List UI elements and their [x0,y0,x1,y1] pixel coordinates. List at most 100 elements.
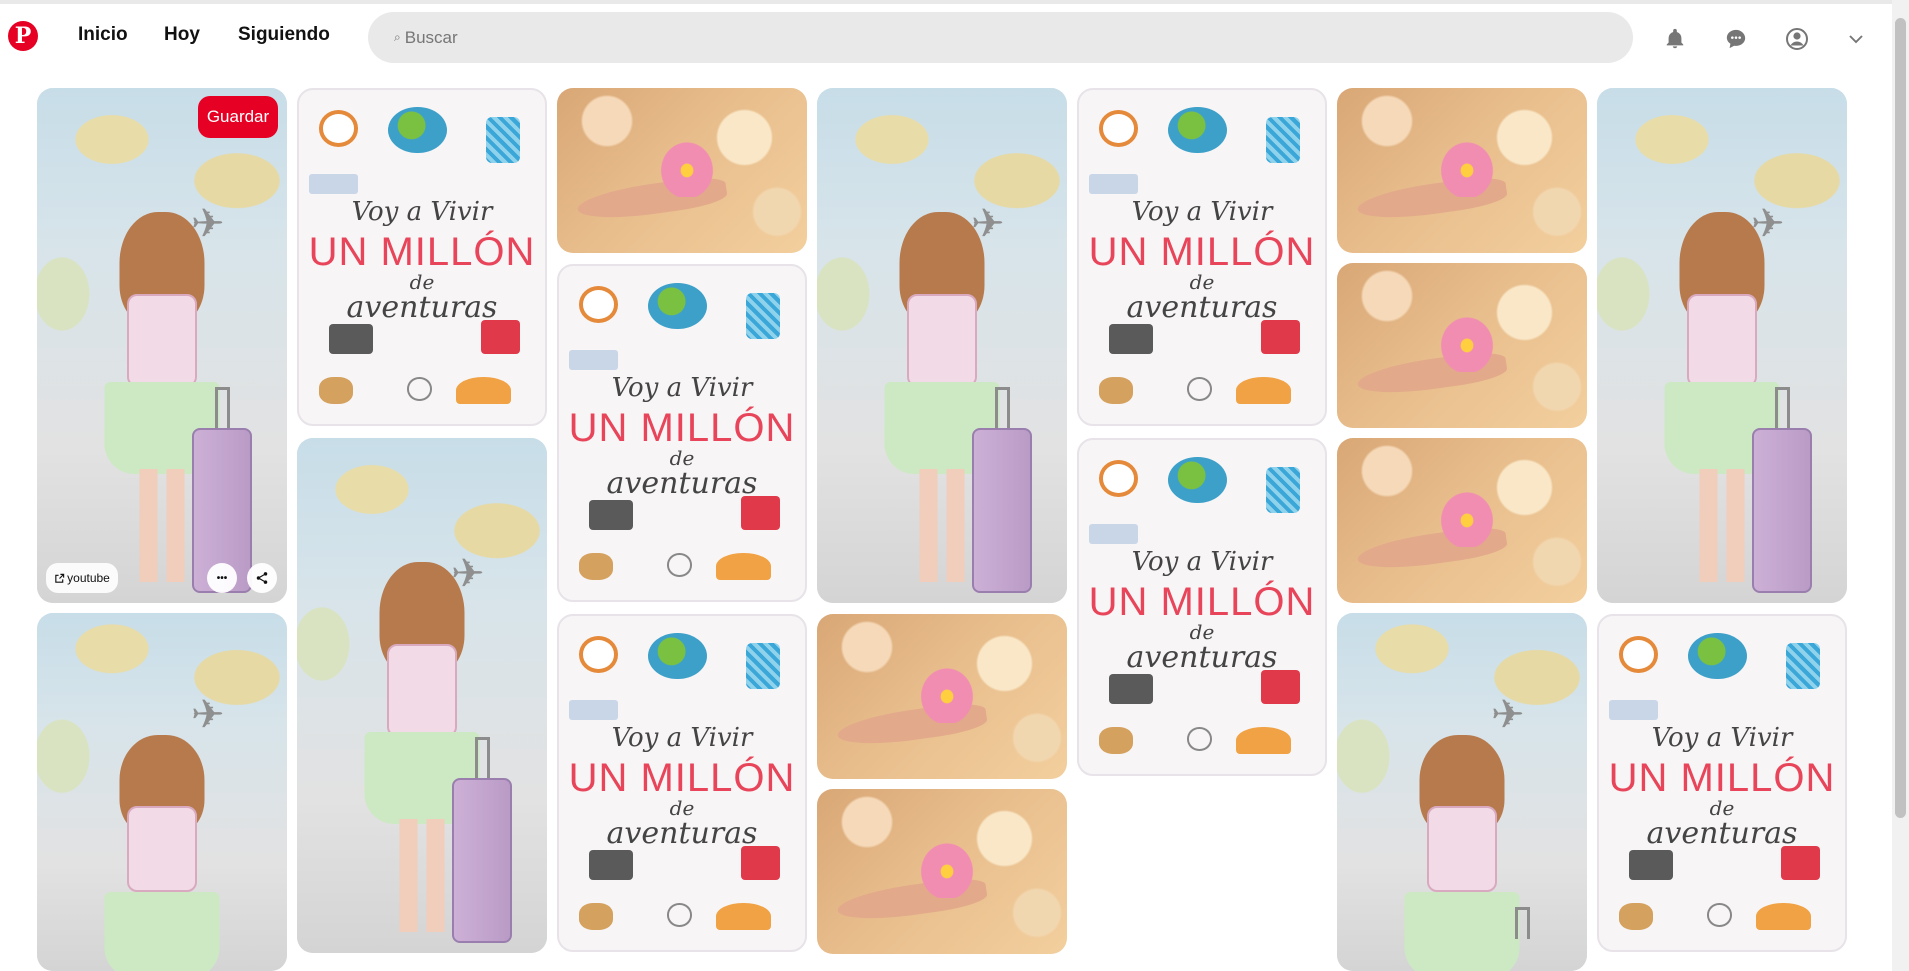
card-line-1: Voy a Vivir [1131,196,1273,227]
pin-traveler-girl[interactable]: ✈ [37,613,287,971]
suitcase [972,427,1032,593]
source-link-button[interactable]: youtube [46,563,118,593]
lotus-flower [1437,312,1497,372]
nav-following[interactable]: Siguiendo [238,24,330,46]
globe-illustration [1167,456,1227,504]
tent-illustration [1236,727,1291,754]
backpack-illustration [745,642,781,690]
stamp-illustration [667,903,692,927]
globe-illustration [1687,632,1747,680]
lotus-flower [917,663,977,723]
nav-home[interactable]: Inicio [78,24,128,46]
suitcase-handle [214,386,230,434]
backpack [387,644,457,737]
pin-traveler-girl[interactable]: ✈ [297,438,547,953]
camera-illustration [1108,673,1153,704]
globe-illustration [647,632,707,680]
pin-lettering-card[interactable]: Voy a Vivir UN MILLÓN de aventuras [297,88,547,426]
pin-traveler-girl[interactable]: ✈ [1597,88,1847,603]
top-navigation-bar: P Inicio Hoy Siguiendo ⌕ [0,4,1892,66]
camera-illustration [1628,849,1673,880]
compass-illustration [318,110,359,147]
skirt [104,892,220,971]
share-button[interactable] [247,563,277,593]
card-line-1: Voy a Vivir [611,372,753,403]
tent-illustration [716,553,771,580]
profile-icon[interactable] [1784,26,1810,52]
camera-illustration [588,499,633,530]
card-line-2: UN MILLÓN [568,406,796,451]
save-button[interactable]: Guardar [198,96,278,138]
suitcase-illustration [741,846,781,880]
pin-lotus-hand[interactable] [557,88,807,253]
chat-icon[interactable] [1723,26,1749,52]
shoes-illustration [318,377,354,404]
backpack-illustration [1265,116,1301,164]
camera-illustration [588,849,633,880]
pin-lotus-hand[interactable] [817,789,1067,954]
pin-lettering-card[interactable]: Voy a Vivir UN MILLÓN de aventuras [1077,88,1327,426]
ticket-illustration [568,349,619,370]
external-link-icon [55,573,65,583]
backpack [127,294,197,387]
legs [399,819,445,933]
shoes-illustration [578,903,614,930]
lotus-flower [917,838,977,898]
pin-lotus-hand[interactable] [817,614,1067,779]
pin-lettering-card[interactable]: Voy a Vivir UN MILLÓN de aventuras [557,614,807,952]
globe-illustration [647,282,707,330]
pin-traveler-girl[interactable]: ✈ [37,88,287,603]
ticket-illustration [568,699,619,720]
pin-traveler-girl[interactable]: ✈ [817,88,1067,603]
backpack [1687,294,1757,387]
lotus-flower [657,137,717,197]
search-input[interactable] [404,27,1585,48]
nav-today[interactable]: Hoy [164,24,200,46]
search-bar[interactable]: ⌕ [368,12,1633,63]
shoes-illustration [1618,903,1654,930]
compass-illustration [1618,636,1659,673]
card-line-2: UN MILLÓN [1608,756,1836,801]
page-scrollbar[interactable] [1892,0,1909,971]
backpack [1427,806,1497,893]
suitcase [1752,427,1812,593]
backpack-illustration [745,292,781,340]
pinterest-logo[interactable]: P [8,21,38,51]
scrollbar-thumb[interactable] [1895,18,1906,818]
more-options-button[interactable]: ••• [207,563,237,593]
card-line-1: Voy a Vivir [611,722,753,753]
pin-lettering-card[interactable]: Voy a Vivir UN MILLÓN de aventuras [1077,438,1327,776]
pin-traveler-girl[interactable]: ✈ [1337,613,1587,971]
pin-lotus-hand[interactable] [1337,88,1587,253]
suitcase-illustration [481,320,521,354]
legs [139,469,185,583]
lotus-flower [1437,487,1497,547]
backpack [127,806,197,893]
suitcase-illustration [1261,320,1301,354]
suitcase-handle [1514,906,1530,939]
stamp-illustration [667,553,692,577]
shoes-illustration [1098,377,1134,404]
pin-lettering-card[interactable]: Voy a Vivir UN MILLÓN de aventuras [557,264,807,602]
legs [919,469,965,583]
chevron-down-icon[interactable] [1843,26,1869,52]
compass-illustration [1098,460,1139,497]
ticket-illustration [308,173,359,194]
pin-lotus-hand[interactable] [1337,263,1587,428]
card-line-1: Voy a Vivir [351,196,493,227]
pin-lettering-card[interactable]: Voy a Vivir UN MILLÓN de aventuras [1597,614,1847,952]
backpack [907,294,977,387]
suitcase-illustration [741,496,781,530]
stamp-illustration [1707,903,1732,927]
backpack-illustration [485,116,521,164]
globe-illustration [387,106,447,154]
bell-icon[interactable] [1662,26,1688,52]
suitcase-illustration [1261,670,1301,704]
skirt [1404,892,1520,971]
pin-lotus-hand[interactable] [1337,438,1587,603]
tent-illustration [456,377,511,404]
card-line-1: Voy a Vivir [1131,546,1273,577]
airplane-icon: ✈ [190,692,225,737]
card-line-2: UN MILLÓN [1088,230,1316,275]
compass-illustration [1098,110,1139,147]
